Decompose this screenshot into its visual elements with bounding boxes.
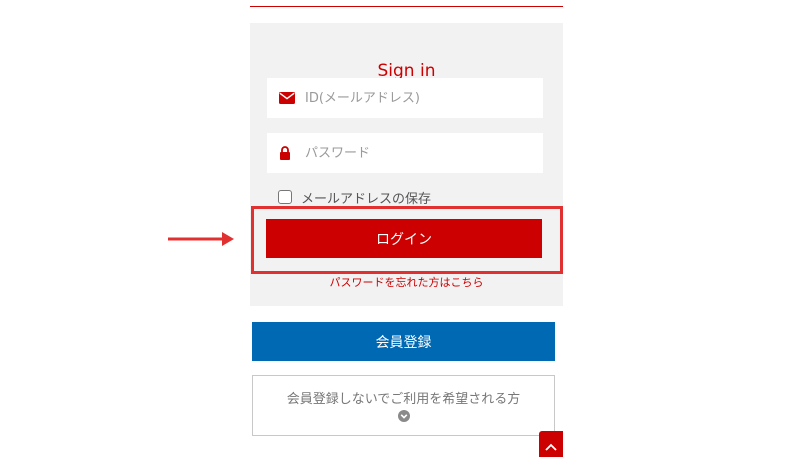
chevron-down-circle-icon [398, 410, 410, 422]
top-divider [250, 6, 563, 7]
login-button[interactable]: ログイン [266, 219, 542, 258]
guest-checkout-label: 会員登録しないでご利用を希望される方 [286, 392, 521, 407]
lock-icon [280, 146, 290, 160]
arrow-right-icon [168, 232, 234, 246]
back-to-top-button[interactable] [539, 431, 563, 457]
remember-email-checkbox[interactable] [278, 190, 292, 204]
email-field[interactable] [267, 78, 543, 118]
register-button[interactable]: 会員登録 [252, 322, 555, 361]
remember-email-row[interactable]: メールアドレスの保存 [278, 188, 432, 207]
forgot-password-link[interactable]: パスワードを忘れた方はこちら [250, 274, 563, 290]
password-field[interactable] [267, 133, 543, 173]
envelope-icon [279, 92, 295, 104]
guest-checkout-toggle[interactable]: 会員登録しないでご利用を希望される方 [252, 375, 555, 436]
password-input[interactable] [305, 133, 535, 173]
chevron-up-icon [545, 443, 557, 451]
remember-email-label: メールアドレスの保存 [301, 191, 432, 207]
email-input[interactable] [305, 78, 535, 118]
